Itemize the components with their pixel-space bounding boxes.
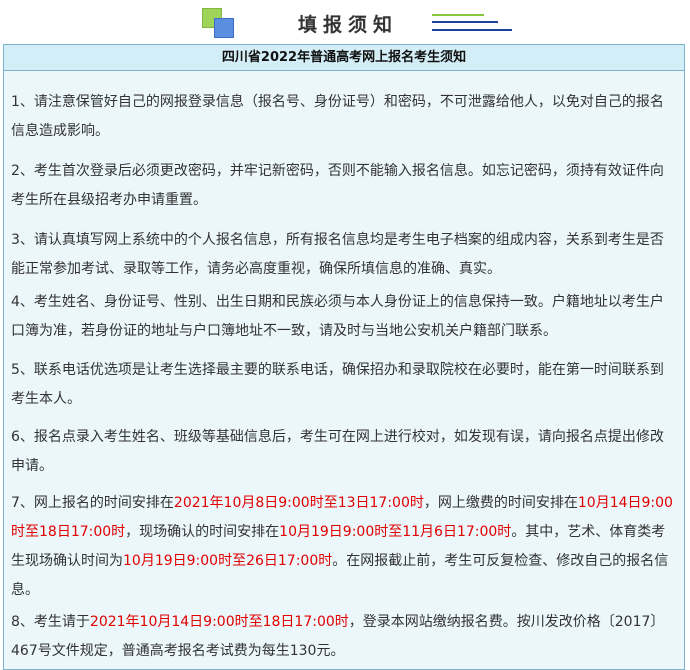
- notice-item-1: 1、请注意保管好自己的网报登录信息（报名号、身份证号）和密码，不可泄露给他人，以…: [11, 94, 664, 139]
- notice-item-6: 6、报名点录入考生姓名、班级等基础信息后，考生可在网上进行校对，如发现有误，请向…: [11, 429, 664, 474]
- notice-item-8: 8、考生请于2021年10月14日9:00时至18日17:00时，登录本网站缴纳…: [11, 614, 665, 659]
- notice-title: 四川省2022年普通高考网上报名考生须知: [4, 45, 684, 71]
- highlight-date: 10月19日9:00时至11月6日17:00时: [279, 524, 512, 540]
- logo-icon: [200, 6, 236, 38]
- notice-item-7: 7、网上报名的时间安排在2021年10月8日9:00时至13日17:00时，网上…: [11, 495, 673, 598]
- highlight-date: 2021年10月8日9:00时至13日17:00时: [173, 495, 424, 511]
- highlight-date: 10月19日9:00时至26日17:00时: [123, 553, 333, 569]
- notice-item-3: 3、请认真填写网上系统中的个人报名信息，所有报名信息均是考生电子档案的组成内容，…: [11, 232, 664, 277]
- page-title: 填报须知: [298, 14, 399, 36]
- notice-item-4: 4、考生姓名、身份证号、性别、出生日期和民族必须与本人身份证上的信息保持一致。户…: [11, 294, 664, 339]
- decorative-lines: [432, 14, 512, 34]
- highlight-date: 2021年10月14日9:00时至18日17:00时: [89, 614, 349, 630]
- notice-panel: 四川省2022年普通高考网上报名考生须知 1、请注意保管好自己的网报登录信息（报…: [3, 44, 685, 670]
- header: 填报须知: [0, 0, 690, 42]
- notice-item-5: 5、联系电话优选项是让考生选择最主要的联系电话，确保招办和录取院校在必要时，能在…: [11, 362, 664, 407]
- notice-item-2: 2、考生首次登录后必须更改密码，并牢记新密码，否则不能输入报名信息。如忘记密码，…: [11, 163, 664, 208]
